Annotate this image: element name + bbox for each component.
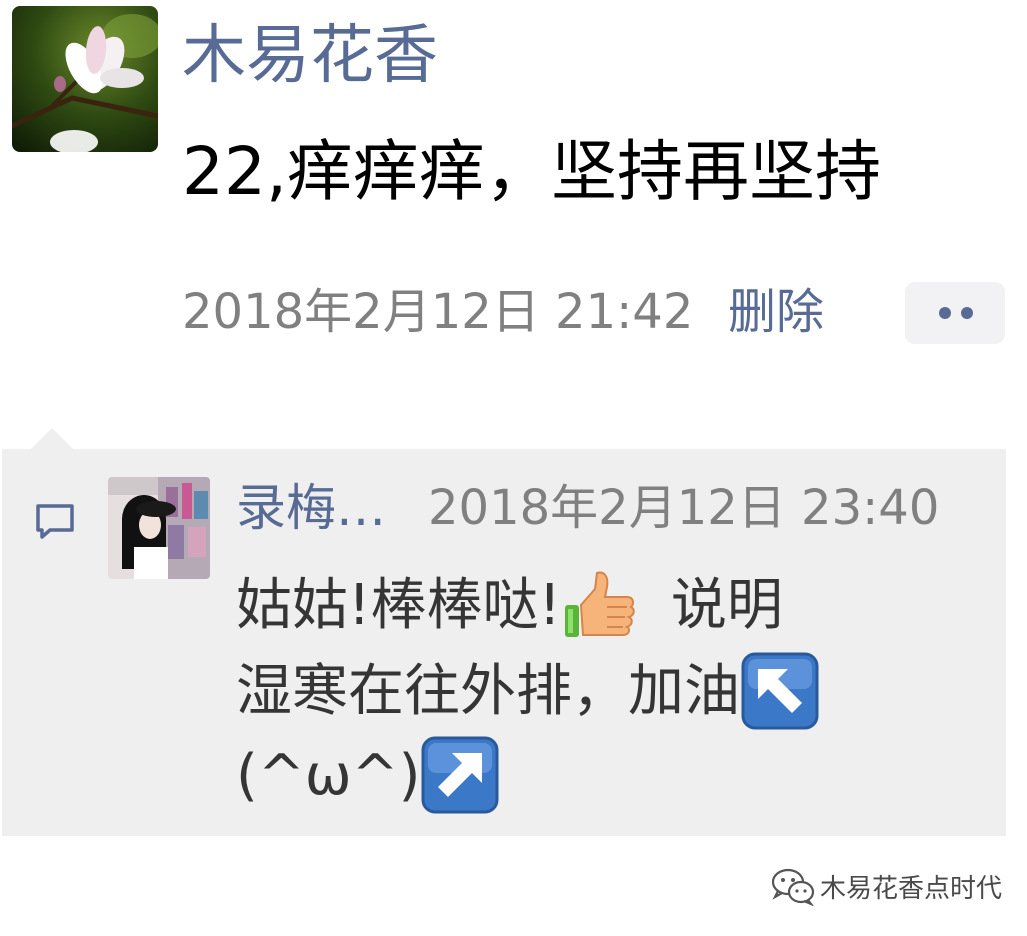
comment-text-line-3: (^ω^) [236, 736, 500, 819]
post-timestamp: 2018年2月12日 21:42 [182, 284, 694, 340]
comment-timestamp: 2018年2月12日 23:40 [428, 480, 940, 536]
magnolia-flower-image [12, 6, 158, 152]
arrow-up-right-emoji [420, 735, 500, 815]
watermark: 木易花香点时代 [770, 866, 1002, 910]
comment-text-line-2: 湿寒在往外排，加油 [236, 652, 820, 735]
comment-text-line-1: 姑姑!棒棒哒! 说明 [236, 566, 783, 647]
post-author-name[interactable]: 木易花香 [182, 14, 438, 98]
comment-text-segment: (^ω^) [236, 743, 421, 808]
comment-text-segment: 湿寒在往外排，加油 [236, 659, 740, 724]
girl-portrait-image [108, 477, 210, 579]
watermark-text: 木易花香点时代 [820, 873, 1003, 904]
author-avatar[interactable] [12, 6, 158, 152]
comment-area-pointer [30, 428, 74, 450]
commenter-name[interactable]: 录梅… [236, 476, 386, 540]
thumbs-up-emoji [561, 567, 637, 643]
commenter-avatar[interactable] [108, 477, 210, 579]
wechat-icon [771, 868, 815, 906]
delete-button[interactable]: 删除 [728, 282, 824, 342]
more-options-button[interactable] [905, 282, 1005, 344]
comment-text-segment: 姑姑!棒棒哒! [236, 573, 561, 638]
post-content-text: 22,痒痒痒，坚持再坚持 [182, 133, 881, 210]
comment-bubble-icon [36, 504, 74, 539]
comment-text-segment: 说明 [670, 573, 783, 638]
arrow-up-left-emoji [740, 651, 820, 731]
